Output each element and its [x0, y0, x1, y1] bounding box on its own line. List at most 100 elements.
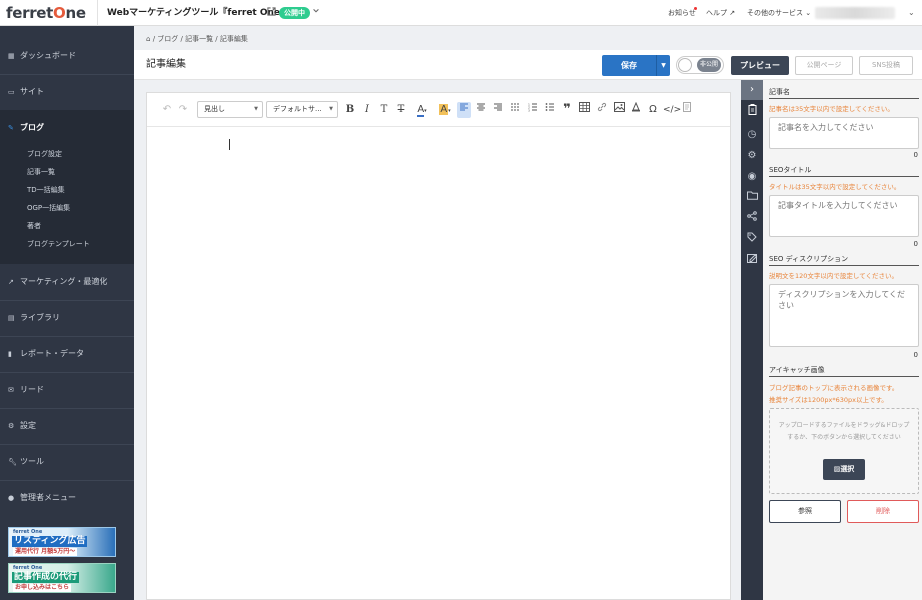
- sidebar-item-tools[interactable]: 🔧︎ ツール: [0, 444, 134, 480]
- sidebar-item-lead[interactable]: ✉ リード: [0, 372, 134, 408]
- section-divider: [769, 376, 919, 377]
- text-color-icon[interactable]: A▾: [413, 102, 431, 118]
- folder-icon[interactable]: [741, 188, 763, 208]
- sidebar-item-dashboard[interactable]: ▦ ダッシュボード: [0, 38, 134, 74]
- banner-subline: 運用代行 月額5万円〜: [13, 548, 78, 556]
- other-services-link[interactable]: その他のサービス ⌄: [747, 0, 811, 26]
- site-title[interactable]: Webマーケティングツール『ferret One』: [107, 0, 289, 26]
- dashboard-icon: ▦: [8, 52, 15, 60]
- toggle-label: 非公開: [697, 58, 722, 72]
- align-center-icon[interactable]: [474, 102, 488, 118]
- notice-link[interactable]: お知らせ: [668, 0, 696, 26]
- banner-headline: リスティング広告: [12, 536, 88, 547]
- sidebar-item-admin[interactable]: ● 管理者メニュー: [0, 480, 134, 516]
- tag-icon[interactable]: [741, 230, 763, 250]
- table-icon[interactable]: [577, 102, 591, 118]
- bullet-list-icon[interactable]: [543, 102, 557, 118]
- wrench-icon: 🔧︎: [8, 458, 17, 466]
- share-icon[interactable]: [741, 209, 763, 229]
- document-settings-icon[interactable]: [741, 104, 763, 124]
- text-cursor: [229, 139, 230, 150]
- caret-down-icon: ▼: [254, 106, 258, 112]
- select-image-button[interactable]: ▨選択: [823, 459, 865, 480]
- preview-button[interactable]: プレビュー: [731, 56, 789, 75]
- seo-title-input[interactable]: [769, 195, 919, 237]
- listing-ad-banner[interactable]: ferret One リスティング広告 運用代行 月額5万円〜: [8, 527, 116, 557]
- ferret-one-logo[interactable]: ferretOne: [6, 2, 96, 24]
- edit-image-icon[interactable]: [741, 251, 763, 271]
- sidebar-item-report[interactable]: ▮ レポート・データ: [0, 336, 134, 372]
- publish-toggle[interactable]: 非公開: [676, 56, 724, 74]
- special-character-icon[interactable]: Ω: [646, 102, 660, 118]
- chevron-down-icon[interactable]: [312, 7, 320, 19]
- submenu-td-bulk-edit[interactable]: TD一括編集: [27, 181, 65, 199]
- sidebar-item-settings[interactable]: ⚙ 設定: [0, 408, 134, 444]
- svg-text:3: 3: [528, 109, 530, 113]
- public-page-button[interactable]: 公開ページ: [795, 56, 853, 75]
- eyecatch-label: アイキャッチ画像: [769, 366, 825, 374]
- submenu-blog-settings[interactable]: ブログ設定: [27, 145, 62, 163]
- save-button[interactable]: 保存: [602, 55, 656, 76]
- article-title-count: 0: [913, 151, 918, 159]
- site-icon: ▭: [8, 88, 15, 96]
- rich-text-editor[interactable]: ↶ ↷ 見出し ▼ デフォルトサ... ▼ B I T T A▾ A▾ 123 ❞: [146, 92, 731, 600]
- home-icon[interactable]: ⌂: [146, 35, 150, 43]
- delete-image-button[interactable]: 削除: [847, 500, 919, 523]
- sns-post-button[interactable]: SNS投稿: [859, 56, 913, 75]
- browse-button[interactable]: 参照: [769, 500, 841, 523]
- collapse-panel-icon[interactable]: ›: [741, 80, 763, 100]
- trend-icon: ↗: [8, 278, 14, 286]
- font-size-select[interactable]: デフォルトサ... ▼: [266, 101, 338, 118]
- caret-down-icon: ▼: [329, 106, 333, 112]
- gear-icon[interactable]: ⚙: [741, 146, 763, 166]
- source-code-icon[interactable]: </>: [663, 102, 681, 118]
- section-divider: [769, 265, 919, 266]
- media-icon[interactable]: [629, 101, 643, 118]
- save-options-dropdown[interactable]: ▼: [656, 55, 670, 76]
- align-right-icon[interactable]: [491, 102, 505, 118]
- highlight-color-icon[interactable]: A▾: [436, 102, 454, 118]
- numbered-list-icon[interactable]: 123: [526, 102, 540, 118]
- seo-description-input[interactable]: [769, 284, 919, 347]
- external-link-icon: ↗: [729, 9, 736, 17]
- submenu-ogp-bulk-edit[interactable]: OGP一括編集: [27, 199, 70, 217]
- redo-icon[interactable]: ↷: [177, 102, 189, 118]
- submenu-blog-templates[interactable]: ブログテンプレート: [27, 235, 90, 253]
- heading-select[interactable]: 見出し ▼: [197, 101, 263, 118]
- sidebar-item-site[interactable]: ▭ サイト: [0, 74, 134, 110]
- quote-icon[interactable]: ❞: [560, 102, 574, 118]
- clear-format-icon[interactable]: T: [378, 102, 390, 118]
- horizontal-rule-icon[interactable]: [508, 102, 522, 118]
- article-title-note: 記事名は35文字以内で設定してください。: [769, 105, 894, 113]
- sidebar-item-marketing[interactable]: ↗ マーケティング・最適化: [0, 264, 134, 300]
- template-icon[interactable]: [680, 102, 694, 118]
- submenu-article-list[interactable]: 記事一覧: [27, 163, 55, 181]
- alarm-icon[interactable]: ◷: [741, 125, 763, 145]
- submenu-authors[interactable]: 著者: [27, 217, 41, 235]
- article-writing-banner[interactable]: ferret One 記事作成の代行 お申し込みはこちら: [8, 563, 116, 593]
- article-title-label: 記事名: [769, 88, 790, 96]
- toggle-knob: [678, 58, 692, 72]
- help-link[interactable]: ヘルプ ↗: [706, 0, 735, 26]
- section-divider: [769, 98, 919, 99]
- strikethrough-icon[interactable]: T: [395, 102, 407, 118]
- bold-icon[interactable]: B: [344, 102, 356, 118]
- image-icon[interactable]: [612, 102, 626, 118]
- user-icon[interactable]: ◉: [741, 167, 763, 187]
- chevron-down-icon[interactable]: ⌄: [908, 0, 915, 26]
- undo-icon[interactable]: ↶: [161, 102, 173, 118]
- eyecatch-note-2: 推奨サイズは1200px*630px以上です。: [769, 396, 888, 404]
- logo-divider: [97, 0, 98, 26]
- link-icon[interactable]: [595, 102, 609, 118]
- chevron-down-icon: ⌄: [805, 9, 812, 17]
- seo-description-label: SEO ディスクリプション: [769, 255, 849, 263]
- sidebar-item-library[interactable]: ▤ ライブラリ: [0, 300, 134, 336]
- caret-down-icon: ▼: [661, 62, 666, 69]
- italic-icon[interactable]: I: [361, 102, 373, 118]
- dropzone-instructions: アップロードするファイルをドラッグ&ドロップするか、下のボタンから選択してくださ…: [778, 422, 910, 441]
- article-title-input[interactable]: [769, 117, 919, 149]
- bar-chart-icon: ▮: [8, 350, 12, 358]
- align-left-icon[interactable]: [457, 102, 471, 118]
- user-name-blurred[interactable]: [815, 7, 895, 19]
- external-link-icon[interactable]: [267, 7, 276, 16]
